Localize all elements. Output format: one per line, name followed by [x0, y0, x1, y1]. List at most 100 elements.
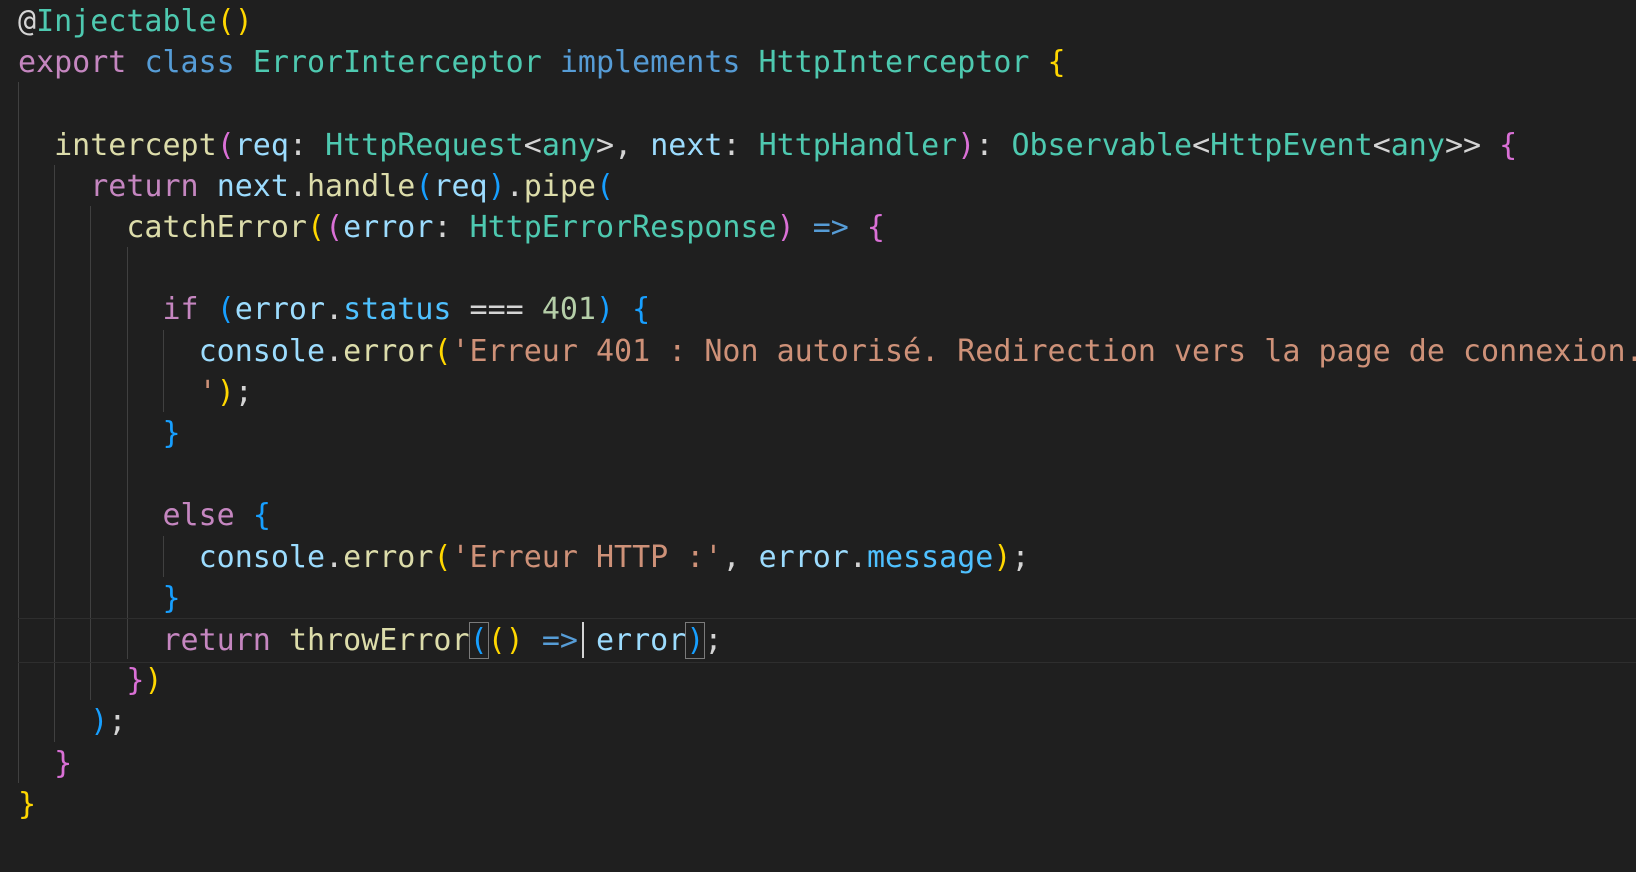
code-token: ErrorInterceptor: [252, 45, 542, 81]
code-token: (: [433, 539, 452, 575]
code-line[interactable]: catchError((error: HttpErrorResponse) =>…: [18, 206, 1628, 249]
code-token: handle: [307, 168, 416, 204]
code-token: ,: [722, 539, 759, 575]
code-token: (): [216, 4, 253, 39]
code-token: ): [685, 622, 706, 659]
text-cursor: [582, 622, 584, 658]
code-token: ;: [1011, 539, 1030, 575]
code-editor[interactable]: @Injectable() export class ErrorIntercept…: [0, 0, 1636, 872]
code-token: Observable: [1011, 127, 1193, 163]
code-token: implements: [559, 45, 741, 81]
code-token: ): [957, 127, 976, 163]
code-line[interactable]: intercept(req: HttpRequest<any>, next: H…: [18, 124, 1628, 167]
code-token: class: [144, 45, 235, 81]
code-token: (: [307, 210, 326, 245]
code-line[interactable]: ');: [18, 371, 1628, 414]
code-line[interactable]: }: [18, 577, 1628, 620]
code-line[interactable]: }: [18, 783, 1628, 826]
code-token: any: [541, 127, 596, 163]
code-token: (): [487, 623, 524, 658]
code-line[interactable]: );: [18, 700, 1628, 743]
code-token: (: [415, 168, 434, 204]
code-token: {: [1047, 45, 1066, 81]
code-token: export: [18, 45, 127, 81]
code-token: .: [325, 292, 344, 328]
code-token: HttpInterceptor: [758, 45, 1030, 81]
code-token: :: [288, 127, 326, 163]
code-line[interactable]: }): [18, 659, 1628, 702]
code-token: }: [18, 786, 37, 822]
code-token: .: [848, 539, 867, 575]
code-token: HttpEvent: [1210, 127, 1373, 163]
code-token: (: [216, 127, 235, 163]
code-line[interactable]: if (error.status === 401) {: [18, 288, 1628, 331]
code-token: ): [144, 663, 163, 699]
code-token: <: [1372, 127, 1391, 163]
code-token: pipe: [523, 168, 596, 204]
code-line[interactable]: else {: [18, 494, 1628, 537]
code-token: ): [90, 704, 109, 740]
code-token: (: [596, 168, 615, 204]
code-line[interactable]: console.error('Erreur HTTP :', error.mes…: [18, 536, 1628, 579]
code-line[interactable]: export class ErrorInterceptor implements…: [18, 41, 1628, 84]
code-token: {: [1499, 127, 1518, 163]
code-token: =>: [541, 623, 578, 658]
code-token: error: [343, 210, 434, 245]
code-token: (: [433, 333, 452, 369]
code-token: message: [866, 539, 994, 575]
code-token: ): [487, 168, 506, 204]
code-token: }: [54, 745, 73, 781]
code-token: 'Erreur HTTP :': [451, 539, 723, 575]
code-token: ): [596, 292, 615, 328]
code-token: req: [433, 168, 488, 204]
code-token: >>: [1444, 127, 1482, 163]
code-token: {: [866, 210, 885, 245]
code-token: error: [343, 333, 434, 369]
code-token: .: [288, 168, 307, 204]
code-token: if: [162, 292, 199, 328]
code-token: throwError: [288, 623, 470, 658]
code-token: ===: [451, 292, 542, 328]
code-token: req: [234, 127, 289, 163]
code-line[interactable]: [18, 82, 1628, 125]
code-token: ,: [614, 127, 651, 163]
code-line[interactable]: }: [18, 742, 1628, 785]
code-token: catchError: [126, 210, 307, 245]
code-line[interactable]: return throwError(() => error);: [18, 618, 1636, 663]
code-token: }: [162, 416, 181, 451]
code-line[interactable]: @Injectable(): [18, 0, 1628, 43]
code-token: any: [1390, 127, 1445, 163]
code-token: return: [162, 623, 271, 658]
code-token: (: [216, 292, 235, 328]
code-line[interactable]: console.error('Erreur 401 : Non autorisé…: [18, 330, 1636, 373]
code-line[interactable]: [18, 247, 1628, 290]
code-token: .: [505, 168, 524, 204]
code-token: =>: [812, 210, 849, 245]
code-token: HttpErrorResponse: [469, 210, 777, 245]
code-token: console: [198, 539, 326, 575]
code-line[interactable]: [18, 453, 1628, 496]
code-token: next: [216, 168, 289, 204]
code-line[interactable]: }: [18, 412, 1628, 455]
code-token: console: [198, 333, 326, 369]
code-token: ): [993, 539, 1012, 575]
code-line[interactable]: return next.handle(req).pipe(: [18, 165, 1628, 208]
code-token: @: [18, 4, 37, 39]
code-token: next: [650, 127, 723, 163]
code-token: :: [433, 210, 470, 245]
